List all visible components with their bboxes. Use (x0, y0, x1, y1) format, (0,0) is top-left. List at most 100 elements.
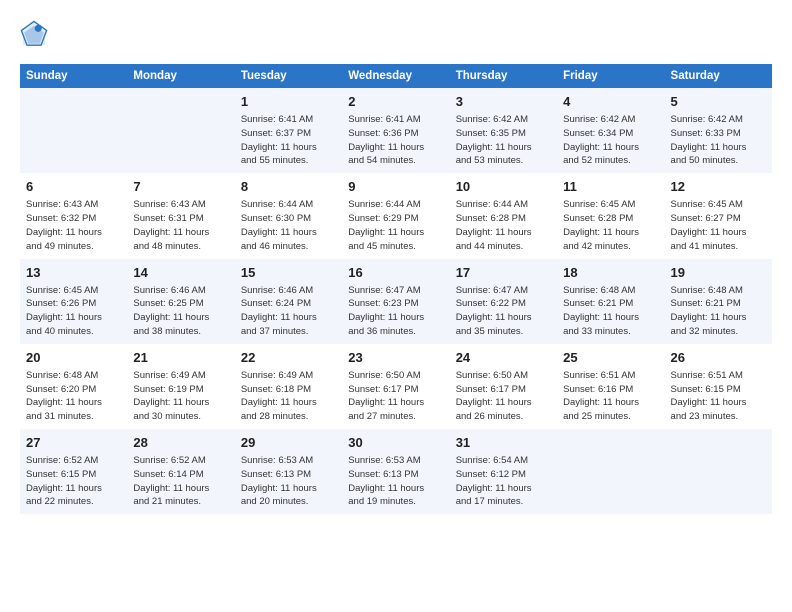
day-info: Sunrise: 6:42 AM Sunset: 6:34 PM Dayligh… (563, 113, 658, 168)
day-number: 7 (133, 178, 228, 196)
day-info: Sunrise: 6:52 AM Sunset: 6:15 PM Dayligh… (26, 454, 121, 509)
weekday-header-sunday: Sunday (20, 64, 127, 88)
day-info: Sunrise: 6:45 AM Sunset: 6:27 PM Dayligh… (671, 198, 766, 253)
day-info: Sunrise: 6:45 AM Sunset: 6:28 PM Dayligh… (563, 198, 658, 253)
calendar-week-row: 13 Sunrise: 6:45 AM Sunset: 6:26 PM Dayli… (20, 259, 772, 344)
day-number: 3 (456, 93, 551, 111)
calendar-cell: 5 Sunrise: 6:42 AM Sunset: 6:33 PM Daylig… (665, 88, 772, 173)
day-info: Sunrise: 6:44 AM Sunset: 6:28 PM Dayligh… (456, 198, 551, 253)
day-info: Sunrise: 6:48 AM Sunset: 6:21 PM Dayligh… (671, 284, 766, 339)
weekday-header-row: SundayMondayTuesdayWednesdayThursdayFrid… (20, 64, 772, 88)
calendar-cell: 4 Sunrise: 6:42 AM Sunset: 6:34 PM Daylig… (557, 88, 664, 173)
day-info: Sunrise: 6:45 AM Sunset: 6:26 PM Dayligh… (26, 284, 121, 339)
day-number: 16 (348, 264, 443, 282)
day-number: 17 (456, 264, 551, 282)
day-info: Sunrise: 6:51 AM Sunset: 6:16 PM Dayligh… (563, 369, 658, 424)
weekday-header-friday: Friday (557, 64, 664, 88)
calendar-cell: 25 Sunrise: 6:51 AM Sunset: 6:16 PM Dayli… (557, 344, 664, 429)
calendar-cell: 21 Sunrise: 6:49 AM Sunset: 6:19 PM Dayli… (127, 344, 234, 429)
calendar-table: SundayMondayTuesdayWednesdayThursdayFrid… (20, 64, 772, 514)
day-info: Sunrise: 6:53 AM Sunset: 6:13 PM Dayligh… (241, 454, 336, 509)
day-number: 25 (563, 349, 658, 367)
calendar-cell: 15 Sunrise: 6:46 AM Sunset: 6:24 PM Dayli… (235, 259, 342, 344)
calendar-cell: 6Sunrise: 6:43 AM Sunset: 6:32 PM Daylig… (20, 173, 127, 258)
calendar-week-row: 20Sunrise: 6:48 AM Sunset: 6:20 PM Dayli… (20, 344, 772, 429)
day-info: Sunrise: 6:44 AM Sunset: 6:30 PM Dayligh… (241, 198, 336, 253)
day-info: Sunrise: 6:41 AM Sunset: 6:37 PM Dayligh… (241, 113, 336, 168)
calendar-cell: 31 Sunrise: 6:54 AM Sunset: 6:12 PM Dayli… (450, 429, 557, 514)
day-number: 23 (348, 349, 443, 367)
calendar-cell: 11 Sunrise: 6:45 AM Sunset: 6:28 PM Dayli… (557, 173, 664, 258)
weekday-header-tuesday: Tuesday (235, 64, 342, 88)
calendar-cell: 3 Sunrise: 6:42 AM Sunset: 6:35 PM Daylig… (450, 88, 557, 173)
day-number: 15 (241, 264, 336, 282)
calendar-cell: 7 Sunrise: 6:43 AM Sunset: 6:31 PM Daylig… (127, 173, 234, 258)
day-info: Sunrise: 6:41 AM Sunset: 6:36 PM Dayligh… (348, 113, 443, 168)
calendar-cell: 19Sunrise: 6:48 AM Sunset: 6:21 PM Dayli… (665, 259, 772, 344)
day-number: 5 (671, 93, 766, 111)
calendar-cell: 12 Sunrise: 6:45 AM Sunset: 6:27 PM Dayli… (665, 173, 772, 258)
day-number: 29 (241, 434, 336, 452)
day-number: 11 (563, 178, 658, 196)
calendar-cell: 2 Sunrise: 6:41 AM Sunset: 6:36 PM Daylig… (342, 88, 449, 173)
page-header (20, 20, 772, 48)
calendar-body: 1 Sunrise: 6:41 AM Sunset: 6:37 PM Daylig… (20, 88, 772, 514)
day-info: Sunrise: 6:48 AM Sunset: 6:21 PM Dayligh… (563, 284, 658, 339)
day-number: 27 (26, 434, 121, 452)
day-info: Sunrise: 6:49 AM Sunset: 6:19 PM Dayligh… (133, 369, 228, 424)
calendar-cell: 8 Sunrise: 6:44 AM Sunset: 6:30 PM Daylig… (235, 173, 342, 258)
calendar-cell: 20Sunrise: 6:48 AM Sunset: 6:20 PM Dayli… (20, 344, 127, 429)
weekday-header-saturday: Saturday (665, 64, 772, 88)
day-info: Sunrise: 6:42 AM Sunset: 6:35 PM Dayligh… (456, 113, 551, 168)
day-info: Sunrise: 6:53 AM Sunset: 6:13 PM Dayligh… (348, 454, 443, 509)
day-number: 2 (348, 93, 443, 111)
day-info: Sunrise: 6:43 AM Sunset: 6:32 PM Dayligh… (26, 198, 121, 253)
day-number: 1 (241, 93, 336, 111)
day-info: Sunrise: 6:50 AM Sunset: 6:17 PM Dayligh… (348, 369, 443, 424)
calendar-cell: 13 Sunrise: 6:45 AM Sunset: 6:26 PM Dayli… (20, 259, 127, 344)
day-number: 24 (456, 349, 551, 367)
day-number: 12 (671, 178, 766, 196)
day-info: Sunrise: 6:54 AM Sunset: 6:12 PM Dayligh… (456, 454, 551, 509)
day-number: 14 (133, 264, 228, 282)
calendar-cell: 18 Sunrise: 6:48 AM Sunset: 6:21 PM Dayli… (557, 259, 664, 344)
calendar-week-row: 27 Sunrise: 6:52 AM Sunset: 6:15 PM Dayli… (20, 429, 772, 514)
day-number: 28 (133, 434, 228, 452)
calendar-cell: 10 Sunrise: 6:44 AM Sunset: 6:28 PM Dayli… (450, 173, 557, 258)
day-number: 8 (241, 178, 336, 196)
weekday-header-thursday: Thursday (450, 64, 557, 88)
weekday-header-wednesday: Wednesday (342, 64, 449, 88)
day-number: 10 (456, 178, 551, 196)
day-number: 20 (26, 349, 121, 367)
calendar-cell (557, 429, 664, 514)
day-info: Sunrise: 6:42 AM Sunset: 6:33 PM Dayligh… (671, 113, 766, 168)
logo (20, 20, 52, 48)
day-info: Sunrise: 6:47 AM Sunset: 6:23 PM Dayligh… (348, 284, 443, 339)
calendar-cell: 29 Sunrise: 6:53 AM Sunset: 6:13 PM Dayli… (235, 429, 342, 514)
calendar-header: SundayMondayTuesdayWednesdayThursdayFrid… (20, 64, 772, 88)
calendar-cell: 23 Sunrise: 6:50 AM Sunset: 6:17 PM Dayli… (342, 344, 449, 429)
day-number: 18 (563, 264, 658, 282)
day-number: 4 (563, 93, 658, 111)
calendar-cell: 28 Sunrise: 6:52 AM Sunset: 6:14 PM Dayli… (127, 429, 234, 514)
calendar-cell: 26Sunrise: 6:51 AM Sunset: 6:15 PM Dayli… (665, 344, 772, 429)
day-info: Sunrise: 6:43 AM Sunset: 6:31 PM Dayligh… (133, 198, 228, 253)
day-number: 26 (671, 349, 766, 367)
day-number: 13 (26, 264, 121, 282)
calendar-cell (127, 88, 234, 173)
day-info: Sunrise: 6:49 AM Sunset: 6:18 PM Dayligh… (241, 369, 336, 424)
calendar-week-row: 1 Sunrise: 6:41 AM Sunset: 6:37 PM Daylig… (20, 88, 772, 173)
logo-icon (20, 20, 48, 48)
day-number: 21 (133, 349, 228, 367)
calendar-cell: 14 Sunrise: 6:46 AM Sunset: 6:25 PM Dayli… (127, 259, 234, 344)
calendar-cell: 17 Sunrise: 6:47 AM Sunset: 6:22 PM Dayli… (450, 259, 557, 344)
calendar-cell (665, 429, 772, 514)
day-number: 31 (456, 434, 551, 452)
day-info: Sunrise: 6:46 AM Sunset: 6:25 PM Dayligh… (133, 284, 228, 339)
day-info: Sunrise: 6:47 AM Sunset: 6:22 PM Dayligh… (456, 284, 551, 339)
day-info: Sunrise: 6:52 AM Sunset: 6:14 PM Dayligh… (133, 454, 228, 509)
calendar-cell: 27 Sunrise: 6:52 AM Sunset: 6:15 PM Dayli… (20, 429, 127, 514)
day-info: Sunrise: 6:46 AM Sunset: 6:24 PM Dayligh… (241, 284, 336, 339)
calendar-cell: 1 Sunrise: 6:41 AM Sunset: 6:37 PM Daylig… (235, 88, 342, 173)
day-number: 22 (241, 349, 336, 367)
